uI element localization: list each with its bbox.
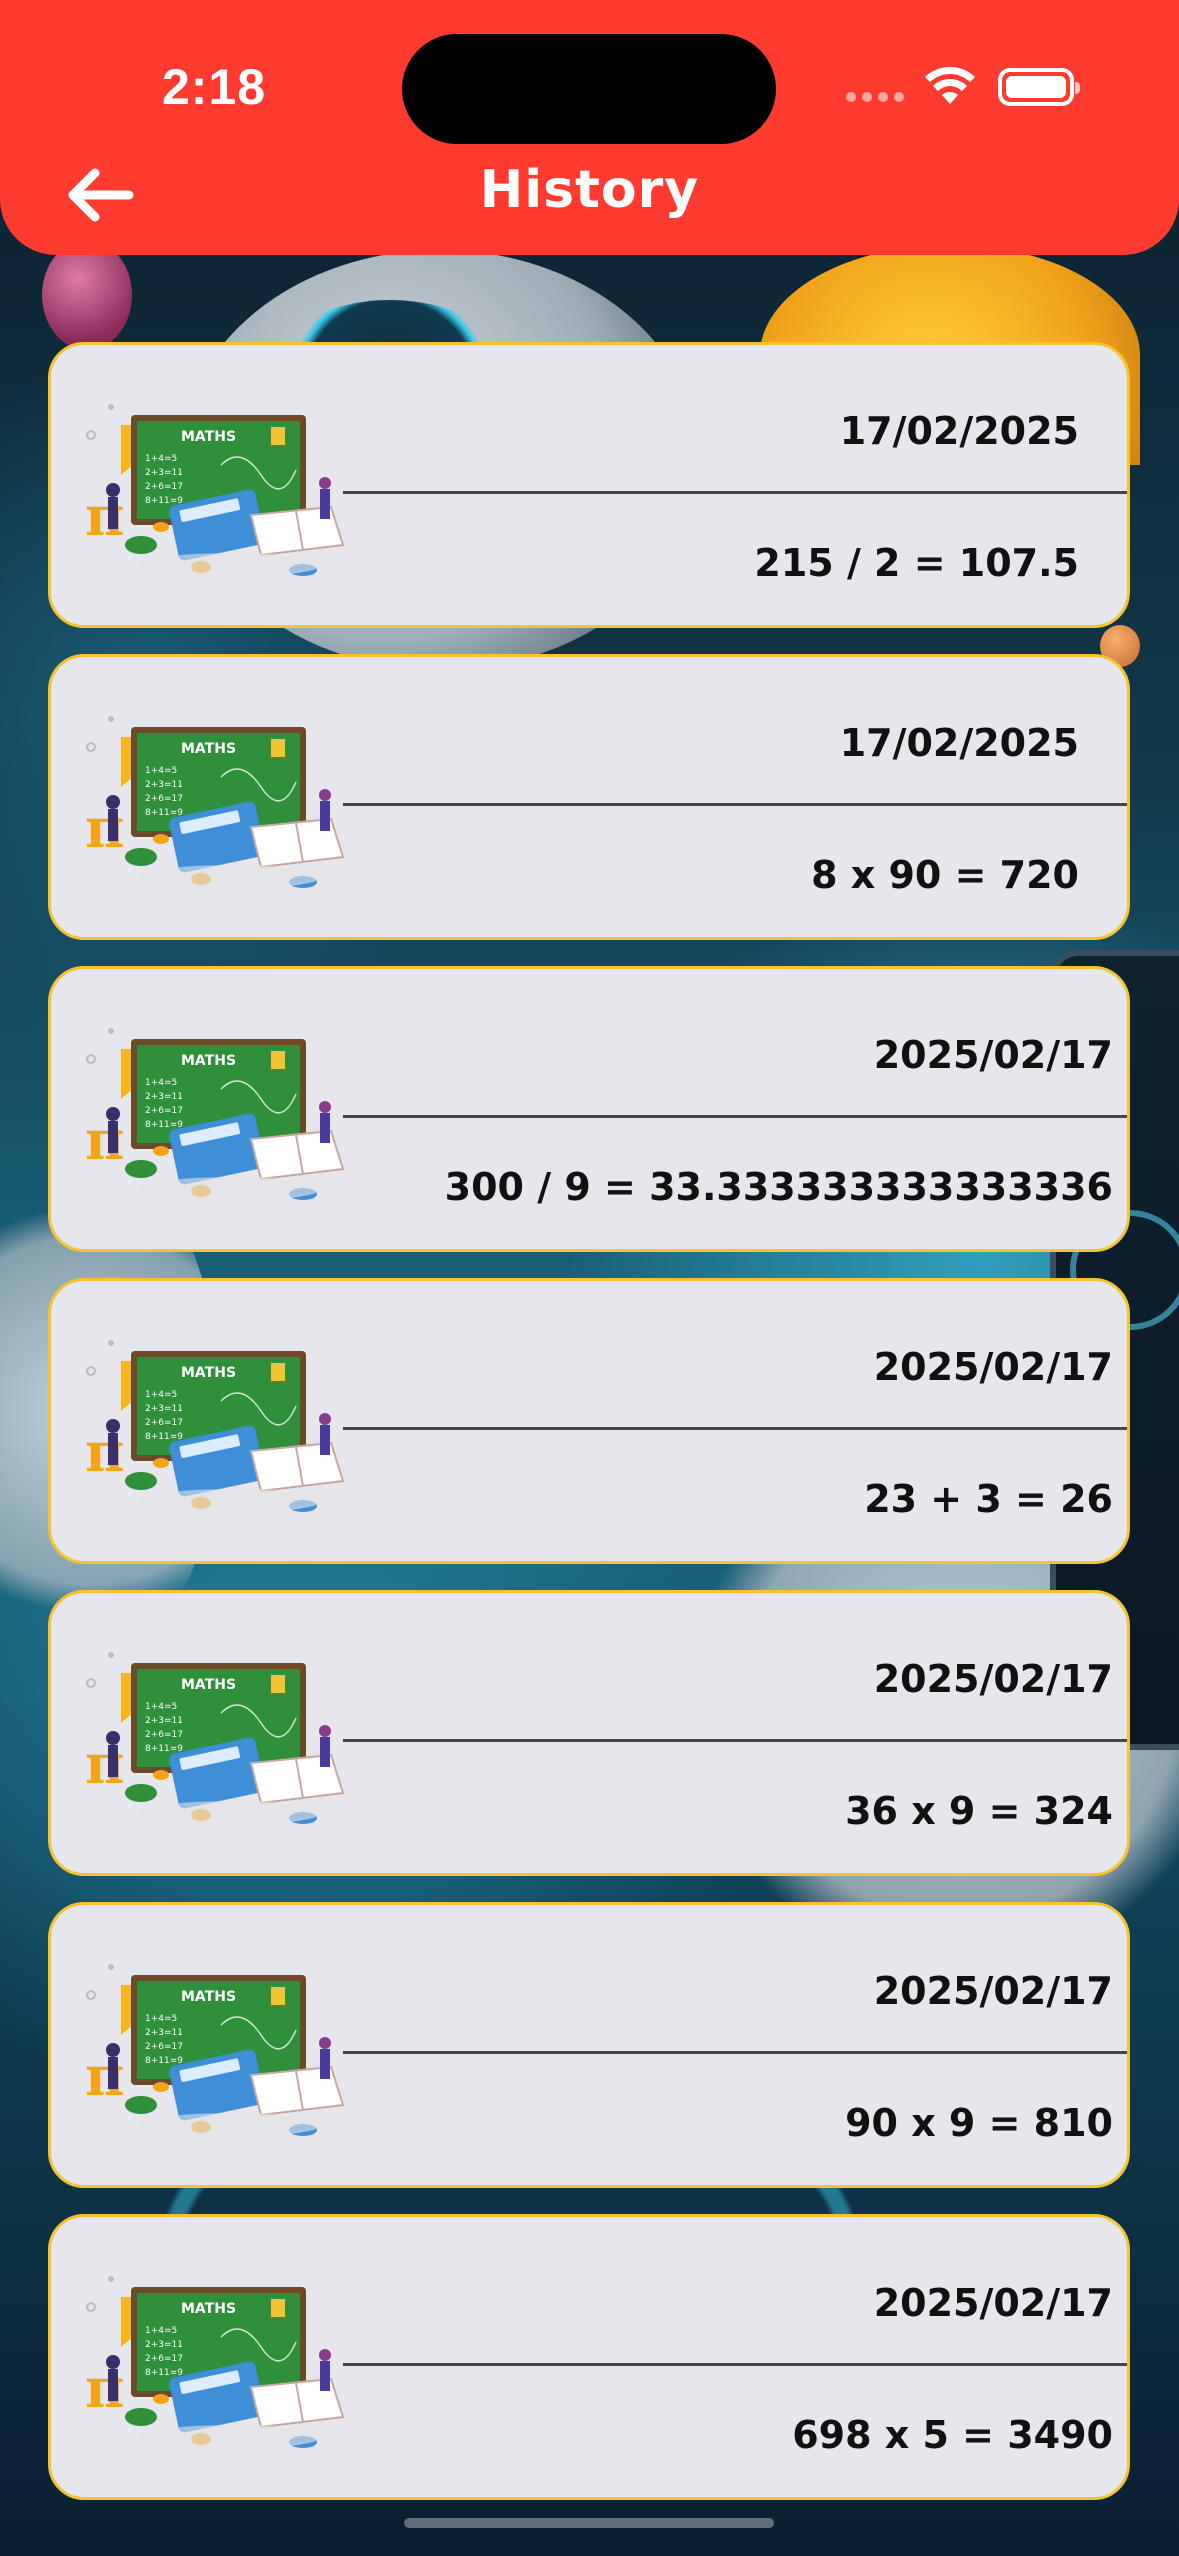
svg-text:8+11=9: 8+11=9 bbox=[145, 496, 183, 506]
history-card-5[interactable]: π MATHS 1+4=5 2+3=11 2+6=17 8+11=9 2025/… bbox=[48, 1590, 1130, 1876]
history-date: 17/02/2025 bbox=[839, 409, 1079, 453]
maths-illustration-icon: π MATHS 1+4=5 2+3=11 2+6=17 8+11=9 bbox=[85, 1964, 345, 2137]
svg-text:2+3=11: 2+3=11 bbox=[145, 1092, 183, 1102]
page-title: History bbox=[479, 160, 700, 220]
card-divider bbox=[343, 2051, 1127, 2054]
history-card-6[interactable]: π MATHS 1+4=5 2+3=11 2+6=17 8+11=9 2025/… bbox=[48, 1902, 1130, 2188]
dynamic-island bbox=[402, 34, 776, 144]
status-time: 2:18 bbox=[162, 59, 267, 115]
history-card-7[interactable]: π MATHS 1+4=5 2+3=11 2+6=17 8+11=9 2025/… bbox=[48, 2214, 1130, 2500]
history-list: π MATHS 1+4=5 2+3=11 2+6=17 8+11=9 17/02… bbox=[48, 342, 1130, 2500]
home-indicator[interactable] bbox=[404, 2518, 774, 2528]
history-date: 2025/02/17 bbox=[873, 1657, 1113, 1701]
signal-dots-icon bbox=[846, 92, 906, 106]
svg-text:8+11=9: 8+11=9 bbox=[145, 2056, 183, 2066]
history-card-3[interactable]: π MATHS 1+4=5 2+3=11 2+6=17 8+11=9 2025/… bbox=[48, 966, 1130, 1252]
svg-text:2+6=17: 2+6=17 bbox=[145, 2354, 183, 2364]
history-calculation: 36 x 9 = 324 bbox=[845, 1789, 1113, 1833]
svg-text:1+4=5: 1+4=5 bbox=[145, 2014, 177, 2024]
history-date: 2025/02/17 bbox=[873, 1345, 1113, 1389]
svg-text:1+4=5: 1+4=5 bbox=[145, 1702, 177, 1712]
svg-text:1+4=5: 1+4=5 bbox=[145, 766, 177, 776]
history-date: 2025/02/17 bbox=[873, 1969, 1113, 2013]
svg-text:MATHS: MATHS bbox=[181, 2301, 236, 2317]
card-divider bbox=[343, 803, 1127, 806]
planet-pink-decoration bbox=[42, 240, 132, 350]
svg-text:1+4=5: 1+4=5 bbox=[145, 454, 177, 464]
svg-text:2+3=11: 2+3=11 bbox=[145, 468, 183, 478]
history-card-1[interactable]: π MATHS 1+4=5 2+3=11 2+6=17 8+11=9 17/02… bbox=[48, 342, 1130, 628]
svg-text:2+3=11: 2+3=11 bbox=[145, 2028, 183, 2038]
svg-text:1+4=5: 1+4=5 bbox=[145, 2326, 177, 2336]
battery-icon bbox=[998, 68, 1080, 106]
svg-text:MATHS: MATHS bbox=[181, 741, 236, 757]
svg-text:2+6=17: 2+6=17 bbox=[145, 2042, 183, 2052]
svg-text:2+3=11: 2+3=11 bbox=[145, 1716, 183, 1726]
card-divider bbox=[343, 491, 1127, 494]
history-calculation: 23 + 3 = 26 bbox=[864, 1477, 1113, 1521]
wifi-icon bbox=[925, 66, 975, 104]
svg-text:MATHS: MATHS bbox=[181, 429, 236, 445]
card-divider bbox=[343, 2363, 1127, 2366]
svg-text:MATHS: MATHS bbox=[181, 1677, 236, 1693]
svg-text:2+6=17: 2+6=17 bbox=[145, 794, 183, 804]
history-calculation: 300 / 9 = 33.333333333333336 bbox=[444, 1165, 1113, 1209]
history-date: 2025/02/17 bbox=[873, 2281, 1113, 2325]
app-header: 2:18 History bbox=[0, 0, 1179, 255]
history-calculation: 8 x 90 = 720 bbox=[811, 853, 1079, 897]
maths-illustration-icon: π MATHS 1+4=5 2+3=11 2+6=17 8+11=9 bbox=[85, 1340, 345, 1513]
history-date: 2025/02/17 bbox=[873, 1033, 1113, 1077]
svg-text:8+11=9: 8+11=9 bbox=[145, 1432, 183, 1442]
svg-text:2+3=11: 2+3=11 bbox=[145, 1404, 183, 1414]
svg-text:2+6=17: 2+6=17 bbox=[145, 1418, 183, 1428]
svg-text:1+4=5: 1+4=5 bbox=[145, 1078, 177, 1088]
card-divider bbox=[343, 1427, 1127, 1430]
svg-text:2+3=11: 2+3=11 bbox=[145, 2340, 183, 2350]
svg-text:2+3=11: 2+3=11 bbox=[145, 780, 183, 790]
maths-illustration-icon: π MATHS 1+4=5 2+3=11 2+6=17 8+11=9 bbox=[85, 1652, 345, 1825]
svg-text:8+11=9: 8+11=9 bbox=[145, 1120, 183, 1130]
card-divider bbox=[343, 1115, 1127, 1118]
history-date: 17/02/2025 bbox=[839, 721, 1079, 765]
maths-illustration-icon: π MATHS 1+4=5 2+3=11 2+6=17 8+11=9 bbox=[85, 1028, 345, 1201]
history-card-2[interactable]: π MATHS 1+4=5 2+3=11 2+6=17 8+11=9 17/02… bbox=[48, 654, 1130, 940]
svg-text:2+6=17: 2+6=17 bbox=[145, 1730, 183, 1740]
history-calculation: 90 x 9 = 810 bbox=[845, 2101, 1113, 2145]
svg-text:8+11=9: 8+11=9 bbox=[145, 808, 183, 818]
svg-text:MATHS: MATHS bbox=[181, 1365, 236, 1381]
svg-text:2+6=17: 2+6=17 bbox=[145, 1106, 183, 1116]
history-card-4[interactable]: π MATHS 1+4=5 2+3=11 2+6=17 8+11=9 2025/… bbox=[48, 1278, 1130, 1564]
card-divider bbox=[343, 1739, 1127, 1742]
svg-text:MATHS: MATHS bbox=[181, 1989, 236, 2005]
svg-text:8+11=9: 8+11=9 bbox=[145, 1744, 183, 1754]
maths-illustration-icon: π MATHS 1+4=5 2+3=11 2+6=17 8+11=9 bbox=[85, 2276, 345, 2449]
svg-text:2+6=17: 2+6=17 bbox=[145, 482, 183, 492]
svg-text:8+11=9: 8+11=9 bbox=[145, 2368, 183, 2378]
history-calculation: 698 x 5 = 3490 bbox=[792, 2413, 1113, 2457]
svg-text:1+4=5: 1+4=5 bbox=[145, 1390, 177, 1400]
svg-text:MATHS: MATHS bbox=[181, 1053, 236, 1069]
history-calculation: 215 / 2 = 107.5 bbox=[754, 541, 1079, 585]
